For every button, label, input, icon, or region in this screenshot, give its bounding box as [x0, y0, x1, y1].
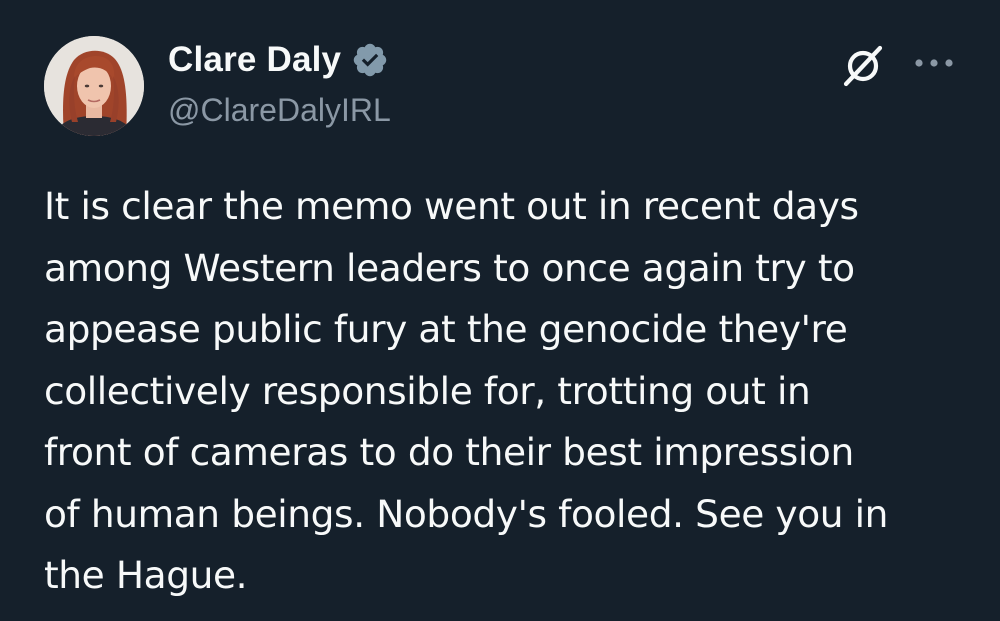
tweet-text-line: appease public fury at the genocide they…	[44, 307, 848, 351]
tweet-card: Clare Daly @ClareDalyIRL It is clear the…	[0, 0, 1000, 621]
author-handle[interactable]: @ClareDalyIRL	[168, 92, 391, 129]
avatar-image	[44, 36, 144, 136]
grok-icon[interactable]	[838, 40, 888, 90]
tweet-text-line: collectively responsible for, trotting o…	[44, 368, 811, 413]
tweet-text: It is clear the memo went out in recent …	[44, 176, 974, 607]
tweet-text-line: the Hague.	[44, 553, 248, 597]
tweet-text-line: of human beings. Nobody's fooled. See yo…	[44, 491, 889, 536]
more-options-icon[interactable]	[912, 52, 956, 74]
tweet-text-line: front of cameras to do their best impres…	[44, 430, 854, 474]
author-name-row: Clare Daly	[168, 38, 389, 82]
verified-badge-icon	[351, 41, 389, 79]
tweet-text-line: It is clear the memo went out in recent …	[44, 184, 859, 228]
tweet-text-line: among Western leaders to once again try …	[44, 245, 855, 290]
avatar[interactable]	[44, 36, 144, 136]
author-display-name[interactable]: Clare Daly	[168, 40, 341, 80]
